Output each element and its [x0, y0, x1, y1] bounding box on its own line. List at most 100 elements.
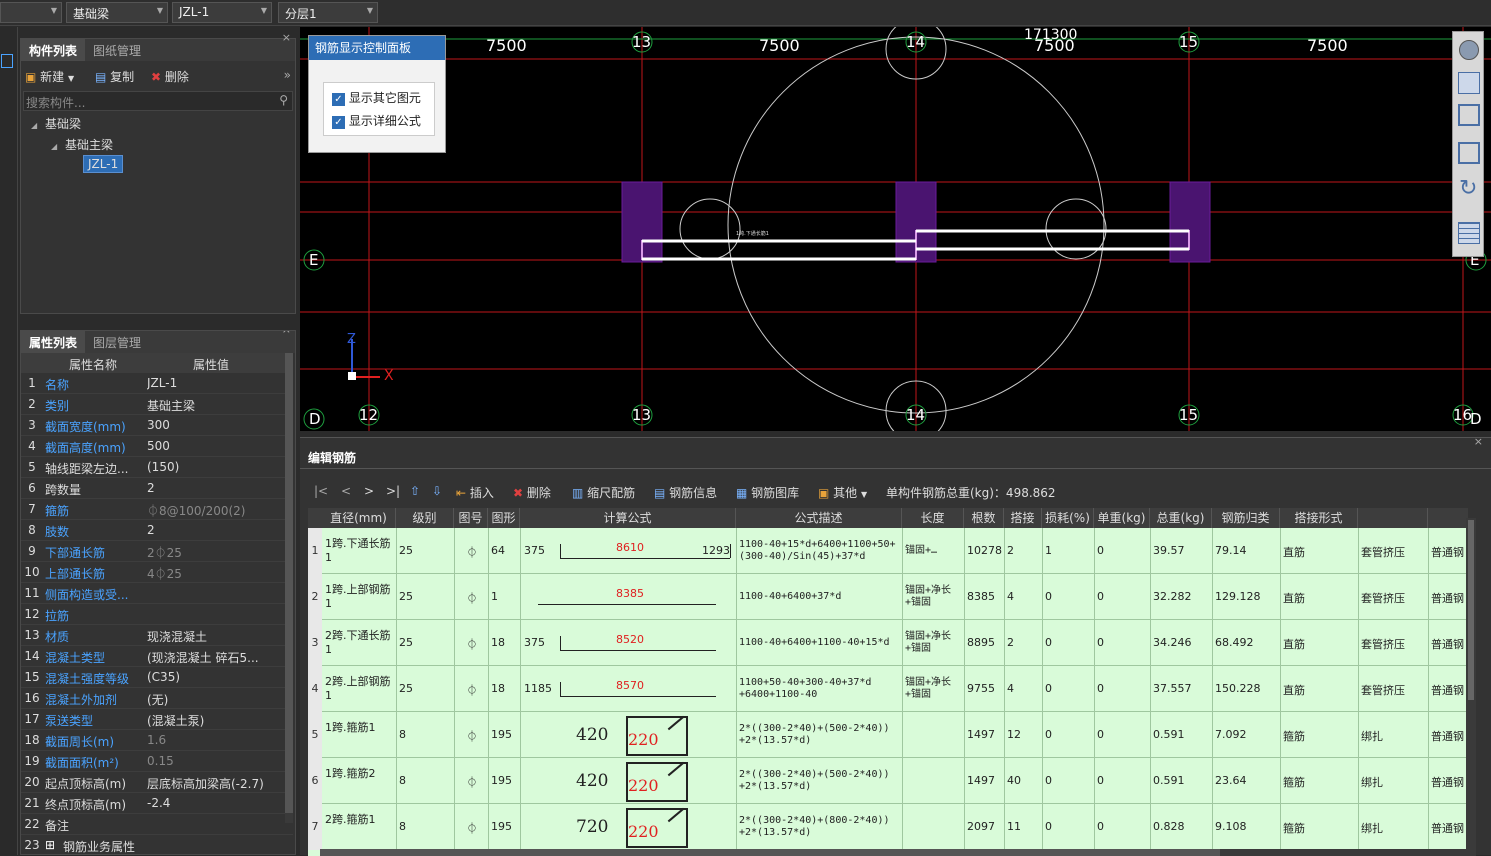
cell-total[interactable]: 7.092 — [1215, 728, 1279, 741]
grid-v-scrollbar-thumb[interactable] — [1468, 520, 1474, 700]
rebar-shape[interactable]: 420 220 — [520, 712, 736, 758]
property-row[interactable]: 8 肢数 2 — [21, 520, 293, 541]
cell-fig[interactable]: 18 — [491, 682, 519, 695]
property-row[interactable]: 17 泵送类型 (混凝土泵) — [21, 709, 293, 730]
cell-total[interactable]: 79.14 — [1215, 544, 1279, 557]
cell-cat[interactable]: 直筋 — [1283, 590, 1357, 606]
cell-grade[interactable]: ⏀ — [457, 774, 487, 790]
property-row[interactable]: 21 终点顶标高(m) -2.4 — [21, 793, 293, 814]
cell-count[interactable]: 11 — [1007, 820, 1041, 833]
property-value[interactable]: 0.15 — [147, 754, 287, 768]
cell-grade[interactable]: ⏀ — [457, 682, 487, 698]
cell-unit[interactable]: 0.828 — [1153, 820, 1211, 833]
cell-len[interactable]: 1497 — [967, 728, 1003, 741]
tab-layer-manage[interactable]: 图层管理 — [85, 331, 149, 353]
cell-laptype[interactable]: 套管挤压 — [1361, 544, 1427, 560]
property-scrollbar-thumb[interactable] — [285, 353, 293, 813]
cell-fig[interactable]: 195 — [491, 728, 519, 741]
property-value[interactable]: 层底标高加梁高(-2.7) — [147, 775, 287, 792]
type-combo[interactable]: 基础梁 ▼ — [66, 2, 168, 23]
cell-dia[interactable]: 25 — [399, 544, 453, 557]
cell-name[interactable]: 1跨.箍筋1 — [325, 721, 395, 735]
grid-v-scrollbar[interactable] — [1466, 518, 1476, 856]
property-row[interactable]: 9 下部通长筋 2⏀25 — [21, 541, 293, 562]
property-value[interactable]: 1.6 — [147, 733, 287, 747]
cell-formula[interactable]: 2*((300-2*40)+(500-2*40)) +2*(13.57*d) — [739, 769, 901, 793]
property-row[interactable]: 10 上部通长筋 4⏀25 — [21, 562, 293, 583]
cell-desc[interactable]: 锚固+净长 +锚固 — [905, 677, 963, 701]
cell-dia[interactable]: 25 — [399, 590, 453, 603]
cell-total[interactable]: 68.492 — [1215, 636, 1279, 649]
tab-property-list[interactable]: 属性列表 — [21, 331, 86, 353]
property-row[interactable]: 2 类别 基础主梁 — [21, 394, 293, 415]
property-row[interactable]: 12 拉筋 — [21, 604, 293, 625]
cell-laptype[interactable]: 绑扎 — [1361, 820, 1427, 836]
grid-header-cell[interactable]: 根数 — [964, 508, 1004, 528]
delete-button[interactable]: ✖ 删除 — [151, 68, 189, 85]
nav-next-button[interactable]: > — [364, 484, 374, 498]
cell-dia[interactable]: 8 — [399, 728, 453, 741]
cell-grade[interactable]: ⏀ — [457, 544, 487, 560]
row-number[interactable]: 6 — [308, 758, 322, 804]
rebar-shape[interactable]: 1185 8570 — [520, 666, 736, 712]
cell-grade[interactable]: ⏀ — [457, 820, 487, 836]
close-icon[interactable]: × — [1474, 435, 1483, 448]
property-value[interactable]: 现浇混凝土 — [147, 628, 287, 645]
rebar-info-button[interactable]: ▤ 钢筋信息 — [654, 484, 717, 501]
cell-laptype[interactable]: 套管挤压 — [1361, 590, 1427, 606]
insert-button[interactable]: ⇤ 插入 — [456, 484, 494, 501]
cell-fig[interactable]: 18 — [491, 636, 519, 649]
cell-loss[interactable]: 0 — [1097, 774, 1149, 787]
scale-rebar-button[interactable]: ▥ 缩尺配筋 — [572, 484, 635, 501]
cell-grade[interactable]: ⏀ — [457, 728, 487, 744]
grid-header-cell[interactable]: 单重(kg) — [1094, 508, 1150, 528]
cell-laptype[interactable]: 绑扎 — [1361, 774, 1427, 790]
cell-type[interactable]: 普通钢 — [1431, 682, 1467, 698]
grid-header-cell[interactable]: 计算公式 — [520, 508, 736, 528]
property-value[interactable]: 2⏀25 — [147, 544, 287, 561]
grid-header-cell[interactable]: 长度 — [902, 508, 964, 528]
cell-total[interactable]: 9.108 — [1215, 820, 1279, 833]
cell-count[interactable]: 12 — [1007, 728, 1041, 741]
cell-count[interactable]: 4 — [1007, 682, 1041, 695]
cell-type[interactable]: 普通钢 — [1431, 728, 1467, 744]
property-value[interactable]: ⏀8@100/200(2) — [147, 502, 287, 519]
property-row[interactable]: 23 钢筋业务属性 ⊞ — [21, 835, 293, 854]
cell-fig[interactable]: 64 — [491, 544, 519, 557]
property-row[interactable]: 6 跨数量 2 — [21, 478, 293, 499]
property-row[interactable]: 15 混凝土强度等级 (C35) — [21, 667, 293, 688]
property-row[interactable]: 7 箍筋 ⏀8@100/200(2) — [21, 499, 293, 520]
cell-desc[interactable]: 锚固+… — [905, 545, 963, 557]
close-icon[interactable]: × — [282, 31, 291, 44]
cell-name[interactable]: 2跨.箍筋1 — [325, 813, 395, 827]
property-value[interactable]: 4⏀25 — [147, 565, 287, 582]
cell-dia[interactable]: 8 — [399, 774, 453, 787]
perspective-icon[interactable] — [1458, 142, 1480, 164]
row-number[interactable]: 5 — [308, 712, 322, 758]
cell-lap[interactable]: 0 — [1045, 636, 1093, 649]
close-icon[interactable]: × — [282, 331, 291, 336]
grid-header-cell[interactable]: 搭接 — [1004, 508, 1042, 528]
property-row[interactable]: 3 截面宽度(mm) 300 — [21, 415, 293, 436]
other-button[interactable]: ▣ 其他 ▼ — [818, 484, 867, 501]
property-value[interactable]: 2 — [147, 481, 287, 495]
property-value[interactable]: (混凝土泵) — [147, 712, 287, 729]
property-value[interactable]: 基础主梁 — [147, 397, 287, 414]
cell-type[interactable]: 普通钢 — [1431, 774, 1467, 790]
cell-unit[interactable]: 0.591 — [1153, 728, 1211, 741]
rebar-shape[interactable]: 375 8610 1293 — [520, 528, 736, 574]
property-row[interactable]: 11 侧面构造或受... — [21, 583, 293, 604]
nav-first-button[interactable]: |< — [314, 484, 328, 498]
cell-len[interactable]: 8385 — [967, 590, 1003, 603]
property-value[interactable]: 500 — [147, 439, 287, 453]
view-box-icon[interactable] — [1458, 104, 1480, 126]
cell-fig[interactable]: 195 — [491, 820, 519, 833]
property-value[interactable]: (现浇混凝土 碎石5... — [147, 649, 287, 666]
cell-name[interactable]: 1跨.下通长筋1 — [325, 537, 395, 565]
grid-header-cell[interactable]: 级别 — [396, 508, 454, 528]
property-row[interactable]: 22 备注 — [21, 814, 293, 835]
cell-desc[interactable]: 锚固+净长 +锚固 — [905, 631, 963, 655]
cell-cat[interactable]: 箍筋 — [1283, 820, 1357, 836]
property-value[interactable]: JZL-1 — [147, 376, 287, 390]
tab-drawing-manage[interactable]: 图纸管理 — [85, 39, 149, 61]
